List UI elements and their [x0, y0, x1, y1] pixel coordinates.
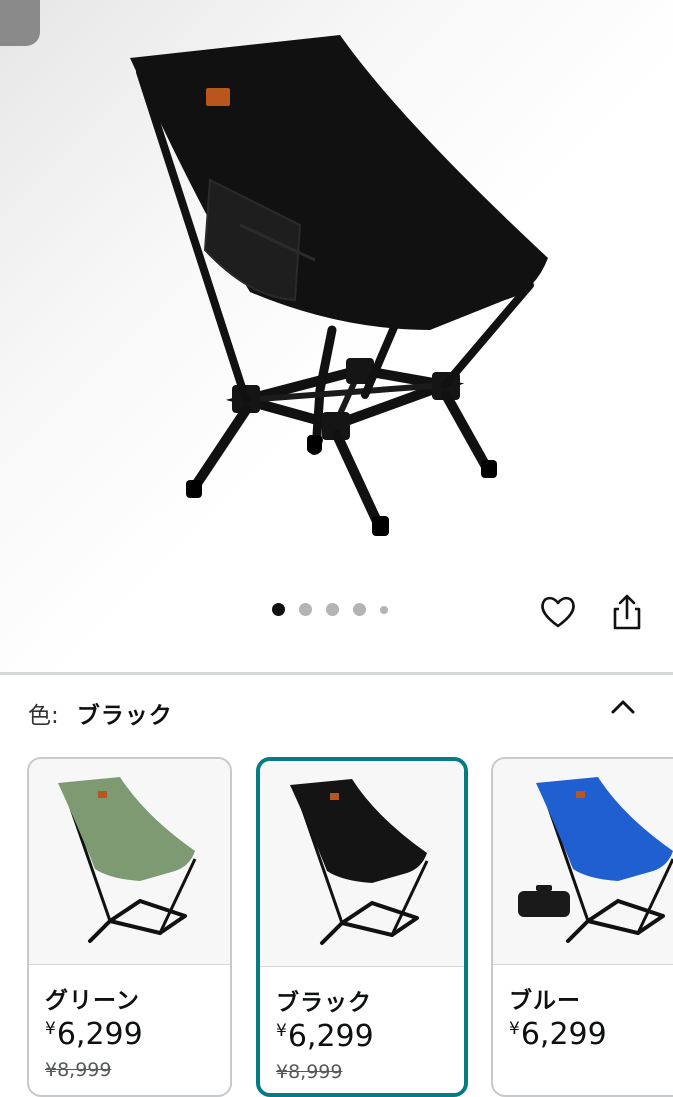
overlay-tab: [0, 0, 40, 46]
variant-header: 色: ブラック: [28, 696, 173, 730]
black-chair-thumbnail: [290, 779, 429, 945]
currency-symbol: ¥: [276, 1021, 287, 1041]
chevron-up-icon[interactable]: [606, 692, 640, 722]
heart-outline-icon[interactable]: [538, 592, 578, 632]
variant-option-green[interactable]: グリーン ¥6,299 ¥8,999: [27, 757, 232, 1097]
section-divider: [0, 672, 673, 675]
variant-name: グリーン: [45, 988, 140, 1014]
variant-name: ブラック: [276, 990, 372, 1016]
variant-image: [29, 759, 230, 964]
variant-price: ¥6,299: [509, 1017, 607, 1052]
variant-list-price: ¥8,999: [45, 1059, 112, 1081]
variant-name: ブルー: [509, 988, 581, 1014]
price-value: 6,299: [287, 1019, 374, 1054]
variant-image: [493, 759, 673, 964]
gallery-dot[interactable]: [326, 603, 339, 616]
variant-price: ¥6,299: [45, 1017, 143, 1052]
variant-label: 色:: [28, 703, 59, 729]
product-image-gallery[interactable]: [0, 0, 673, 672]
share-icon[interactable]: [607, 592, 647, 632]
divider: [29, 964, 230, 965]
green-chair-thumbnail: [57, 777, 196, 943]
currency-symbol: ¥: [509, 1019, 520, 1039]
variant-option-black[interactable]: ブラック ¥6,299 ¥8,999: [256, 757, 468, 1097]
price-value: 6,299: [520, 1017, 607, 1052]
blue-chair-thumbnail: [518, 777, 673, 943]
variant-option-blue[interactable]: ブルー ¥6,299: [491, 757, 673, 1097]
gallery-dot[interactable]: [272, 603, 285, 616]
product-image-black-chair: [130, 35, 548, 536]
currency-symbol: ¥: [45, 1019, 56, 1039]
gallery-dot[interactable]: [299, 603, 312, 616]
divider: [260, 966, 464, 967]
variant-price: ¥6,299: [276, 1019, 374, 1054]
gallery-dots[interactable]: [272, 603, 388, 616]
divider: [493, 964, 673, 965]
gallery-dot[interactable]: [353, 603, 366, 616]
variant-selected-value: ブラック: [76, 703, 173, 729]
variant-image: [260, 761, 464, 966]
price-value: 6,299: [56, 1017, 143, 1052]
gallery-dot[interactable]: [380, 605, 388, 614]
